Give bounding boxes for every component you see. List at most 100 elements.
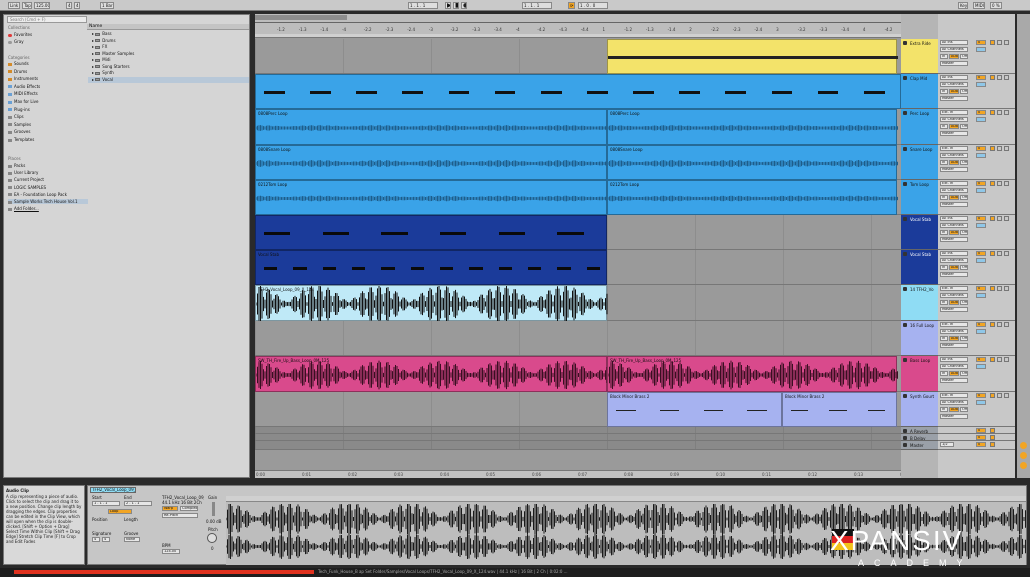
volume-field[interactable]: 0 bbox=[976, 442, 986, 447]
monitor-auto-button[interactable]: Auto bbox=[949, 407, 959, 412]
clip-clap-mid[interactable] bbox=[255, 74, 901, 109]
input-channel-select[interactable]: All Channels bbox=[940, 188, 968, 193]
monitor-in-button[interactable]: In bbox=[940, 265, 948, 270]
track-header[interactable]: Bass Loop bbox=[901, 356, 938, 392]
input-type-select[interactable]: Ext. In bbox=[940, 146, 968, 151]
track-header[interactable]: Tom Loop bbox=[901, 180, 938, 215]
volume-field[interactable]: 0 bbox=[976, 75, 986, 80]
input-type-select[interactable]: Ext. In bbox=[940, 110, 968, 115]
browser-item[interactable]: ▸ Drums bbox=[88, 38, 249, 44]
monitor-auto-button[interactable]: Auto bbox=[949, 300, 959, 305]
browser-name-header[interactable]: Name bbox=[87, 24, 249, 30]
output-select[interactable]: Master bbox=[940, 131, 968, 136]
input-channel-select[interactable]: All Channels bbox=[940, 153, 968, 158]
pitch-mode-select[interactable]: Re-Pitch bbox=[162, 513, 198, 518]
clip-ruler[interactable] bbox=[226, 496, 1026, 502]
track-activator-button[interactable] bbox=[990, 393, 995, 398]
track-activator-button[interactable] bbox=[990, 357, 995, 362]
input-type-select[interactable]: All Ins bbox=[940, 251, 968, 256]
track-activator-button[interactable] bbox=[990, 40, 995, 45]
loop-switch-icon[interactable]: ⟳ bbox=[568, 2, 575, 9]
output-select[interactable]: Master bbox=[940, 414, 968, 419]
track-header[interactable]: A Reverb bbox=[901, 427, 938, 434]
input-channel-select[interactable]: All Channels bbox=[940, 400, 968, 405]
track-header[interactable]: B Delay bbox=[901, 434, 938, 441]
input-type-select[interactable]: Ext. In bbox=[940, 181, 968, 186]
track-header[interactable]: Synth Gourt bbox=[901, 392, 938, 427]
monitor-auto-button[interactable]: Auto bbox=[949, 336, 959, 341]
track-header[interactable]: Perc Loop bbox=[901, 109, 938, 145]
monitor-auto-button[interactable]: Auto bbox=[949, 371, 959, 376]
browser-item[interactable]: ▸ Vocal bbox=[88, 76, 249, 83]
monitor-in-button[interactable]: In bbox=[940, 124, 948, 129]
place-3[interactable]: LOGIC SAMPLES bbox=[8, 185, 46, 190]
input-channel-select[interactable]: All Channels bbox=[940, 223, 968, 228]
clip-brass[interactable]: Block Minor Brass 2 bbox=[607, 392, 782, 427]
volume-field[interactable]: 0 bbox=[976, 428, 986, 433]
pan-field[interactable] bbox=[976, 82, 986, 87]
place-6[interactable]: Add Folder... bbox=[8, 206, 39, 211]
solo-button[interactable] bbox=[997, 322, 1002, 327]
pan-field[interactable] bbox=[976, 153, 986, 158]
volume-field[interactable]: 0 bbox=[976, 216, 986, 221]
key-map-button[interactable]: Key bbox=[958, 2, 968, 9]
arm-button[interactable] bbox=[1004, 181, 1009, 186]
solo-button[interactable] bbox=[997, 110, 1002, 115]
clip-tom[interactable]: 0212Tom Loop bbox=[607, 180, 898, 215]
loop-start-field[interactable]: 1 . 1 . 1 bbox=[522, 2, 552, 9]
category-midi-effects[interactable]: MIDI Effects bbox=[8, 91, 38, 96]
groove-select[interactable]: None bbox=[124, 537, 140, 542]
arm-button[interactable] bbox=[1004, 286, 1009, 291]
sig-numerator[interactable]: 4 bbox=[92, 537, 100, 542]
clip-vocal-stab[interactable]: Vocal Stab bbox=[255, 250, 607, 285]
category-samples[interactable]: Samples bbox=[8, 122, 31, 127]
record-icon[interactable]: ● bbox=[461, 2, 467, 9]
track-activator-button[interactable] bbox=[990, 251, 995, 256]
category-instruments[interactable]: Instruments bbox=[8, 76, 38, 81]
monitor-in-button[interactable]: In bbox=[940, 371, 948, 376]
input-channel-select[interactable]: All Channels bbox=[940, 293, 968, 298]
output-select[interactable]: Master bbox=[940, 202, 968, 207]
monitor-off-button[interactable]: Off bbox=[960, 336, 968, 341]
output-select[interactable]: Master bbox=[940, 343, 968, 348]
clip-tom[interactable]: 0212Tom Loop bbox=[255, 180, 608, 215]
sig-denominator[interactable]: 4 bbox=[102, 537, 110, 542]
input-type-select[interactable]: All Ins bbox=[940, 40, 968, 45]
pan-field[interactable] bbox=[976, 329, 986, 334]
start-field[interactable]: 1 . 1 . 1 bbox=[92, 501, 120, 506]
volume-field[interactable]: 0 bbox=[976, 393, 986, 398]
arm-button[interactable] bbox=[1004, 251, 1009, 256]
tap-button[interactable]: Tap bbox=[22, 2, 32, 9]
pitch-knob[interactable] bbox=[207, 533, 217, 543]
solo-button[interactable] bbox=[997, 181, 1002, 186]
browser-item[interactable]: ▸ Midi bbox=[88, 57, 249, 63]
input-channel-select[interactable]: All Channels bbox=[940, 82, 968, 87]
category-clips[interactable]: Clips bbox=[8, 114, 24, 119]
meter-denominator[interactable]: 4 bbox=[74, 2, 80, 9]
pan-field[interactable] bbox=[976, 117, 986, 122]
monitor-off-button[interactable]: Off bbox=[960, 265, 968, 270]
monitor-off-button[interactable]: Off bbox=[960, 230, 968, 235]
monitor-in-button[interactable]: In bbox=[940, 230, 948, 235]
input-channel-select[interactable]: All Channels bbox=[940, 47, 968, 52]
clip-perc[interactable]: 0808Perc Loop bbox=[607, 109, 898, 145]
pan-field[interactable] bbox=[976, 400, 986, 405]
loop-button[interactable]: Loop bbox=[108, 509, 132, 514]
warp-button[interactable]: Warp bbox=[162, 506, 178, 511]
pan-field[interactable] bbox=[976, 364, 986, 369]
tempo-field[interactable]: 125.00 bbox=[34, 2, 50, 9]
monitor-off-button[interactable]: Off bbox=[960, 89, 968, 94]
monitor-off-button[interactable]: Off bbox=[960, 124, 968, 129]
arrangement-view[interactable]: -1.2 -1.3 -1.4 -4 -2.2 -2.3 -2.4 -3 -3.2 -3.3 -3.4… bbox=[255, 14, 901, 478]
collection-gray[interactable]: Gray bbox=[8, 39, 24, 44]
track-activator-button[interactable] bbox=[990, 442, 995, 447]
category-plug-ins[interactable]: Plug-ins bbox=[8, 107, 30, 112]
monitor-off-button[interactable]: Off bbox=[960, 407, 968, 412]
monitor-auto-button[interactable]: Auto bbox=[949, 265, 959, 270]
monitor-auto-button[interactable]: Auto bbox=[949, 89, 959, 94]
monitor-off-button[interactable]: Off bbox=[960, 371, 968, 376]
time-ruler[interactable]: 0:00 0:01 0:02 0:03 0:04 0:05 0:06 0:07 0:08 0:09… bbox=[255, 470, 901, 478]
clip-bass-loop[interactable]: SW_TH_Fire_Up_Bass_Loop_0M_125 bbox=[607, 356, 898, 392]
category-drums[interactable]: Drums bbox=[8, 69, 27, 74]
category-max-for-live[interactable]: Max for Live bbox=[8, 99, 38, 104]
